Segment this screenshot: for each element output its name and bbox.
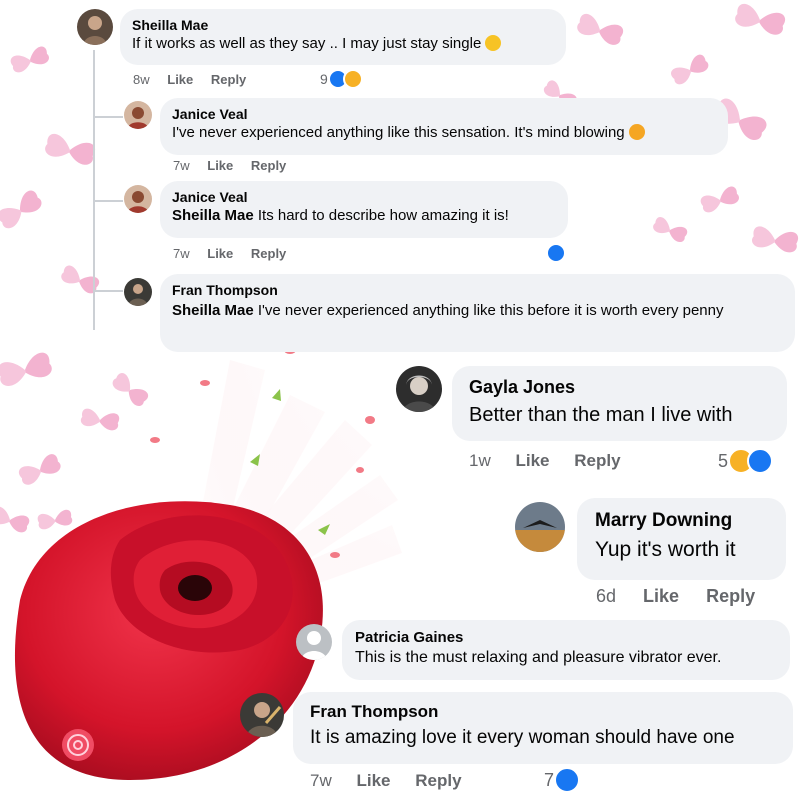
like-icon	[747, 448, 774, 474]
like-button[interactable]: Like	[207, 246, 233, 261]
haha-icon	[342, 69, 363, 89]
reply-button[interactable]: Reply	[574, 451, 620, 471]
comment-author[interactable]: Gayla Jones	[469, 377, 770, 398]
comment-text: Sheilla Mae Its hard to describe how ama…	[172, 207, 509, 224]
comment-text: Yup it's worth it	[595, 538, 736, 561]
like-button[interactable]: Like	[167, 72, 193, 87]
reaction-summary[interactable]: 7	[544, 767, 581, 793]
comment-bubble: Marry Downing Yup it's worth it	[577, 498, 786, 580]
mention-tag[interactable]: Sheilla Mae	[172, 207, 254, 224]
reply-button[interactable]: Reply	[251, 158, 286, 173]
avatar[interactable]	[296, 624, 332, 660]
avatar[interactable]	[515, 502, 565, 552]
comment-actions: 7w Like Reply	[310, 771, 462, 791]
comment-text: Better than the man I live with	[469, 404, 733, 426]
comment-text: Sheilla Mae I've never experienced anyth…	[172, 302, 724, 319]
avatar[interactable]	[77, 9, 113, 45]
like-button[interactable]: Like	[207, 158, 233, 173]
reply-button[interactable]: Reply	[251, 246, 286, 261]
comment-text: If it works as well as they say .. I may…	[132, 35, 554, 52]
comment-bubble: Patricia Gaines This is the must relaxin…	[342, 620, 790, 680]
comment-time[interactable]: 7w	[310, 771, 332, 791]
comment-bubble: Gayla Jones Better than the man I live w…	[452, 366, 787, 441]
reply-button[interactable]: Reply	[706, 586, 755, 607]
comment-author[interactable]: Janice Veal	[172, 189, 556, 205]
mention-tag[interactable]: Sheilla Mae	[172, 302, 254, 319]
comment-bubble: Fran Thompson Sheilla Mae I've never exp…	[160, 274, 795, 352]
thread-line	[93, 200, 123, 202]
like-button[interactable]: Like	[356, 771, 390, 791]
thread-line	[93, 50, 95, 330]
reply-button[interactable]: Reply	[415, 771, 461, 791]
reaction-summary[interactable]	[546, 243, 566, 263]
avatar[interactable]	[124, 101, 152, 129]
comment-author[interactable]: Marry Downing	[595, 510, 768, 532]
reaction-summary[interactable]: 5	[718, 448, 774, 474]
reaction-count: 7	[544, 769, 555, 790]
ad-collage: Sheilla Mae If it works as well as they …	[0, 0, 800, 800]
comment-bubble: Sheilla Mae If it works as well as they …	[120, 9, 566, 65]
reaction-count: 5	[718, 450, 729, 471]
comment-time[interactable]: 7w	[173, 158, 190, 173]
avatar[interactable]	[240, 693, 284, 737]
comment-actions: 6d Like Reply	[596, 586, 755, 607]
exploding-head-emoji	[628, 124, 645, 140]
comment-text: It is amazing love it every woman should…	[310, 727, 735, 748]
comment-author[interactable]: Fran Thompson	[172, 282, 783, 298]
avatar[interactable]	[124, 278, 152, 306]
like-icon	[546, 243, 566, 263]
comment-time[interactable]: 7w	[173, 246, 190, 261]
comment-time[interactable]: 8w	[133, 72, 150, 87]
comment-author[interactable]: Patricia Gaines	[355, 629, 777, 646]
thread-line	[93, 290, 123, 292]
comment-time[interactable]: 1w	[469, 451, 491, 471]
comment-author[interactable]: Fran Thompson	[310, 702, 776, 722]
comment-author[interactable]: Sheilla Mae	[132, 17, 554, 33]
avatar[interactable]	[124, 185, 152, 213]
like-button[interactable]: Like	[643, 586, 679, 607]
comment-actions: 7w Like Reply	[173, 246, 286, 261]
thread-line	[93, 116, 123, 118]
comment-bubble: Fran Thompson It is amazing love it ever…	[293, 692, 793, 764]
reaction-summary[interactable]: 9	[320, 69, 363, 89]
comment-actions: 8w Like Reply	[133, 72, 246, 87]
avatar[interactable]	[396, 366, 442, 412]
like-button[interactable]: Like	[515, 451, 549, 471]
comment-author[interactable]: Janice Veal	[172, 106, 716, 122]
comment-time[interactable]: 6d	[596, 586, 616, 607]
comment-text: This is the must relaxing and pleasure v…	[355, 649, 722, 666]
comment-bubble: Janice Veal I've never experienced anyth…	[160, 98, 728, 155]
like-icon	[554, 767, 581, 793]
reaction-count: 9	[320, 71, 328, 87]
mouth-covered-emoji	[485, 35, 502, 51]
comment-bubble: Janice Veal Sheilla Mae Its hard to desc…	[160, 181, 568, 238]
comment-actions: 1w Like Reply	[469, 451, 621, 471]
reply-button[interactable]: Reply	[211, 72, 246, 87]
comment-text: I've never experienced anything like thi…	[172, 124, 716, 141]
comment-actions: 7w Like Reply	[173, 158, 286, 173]
